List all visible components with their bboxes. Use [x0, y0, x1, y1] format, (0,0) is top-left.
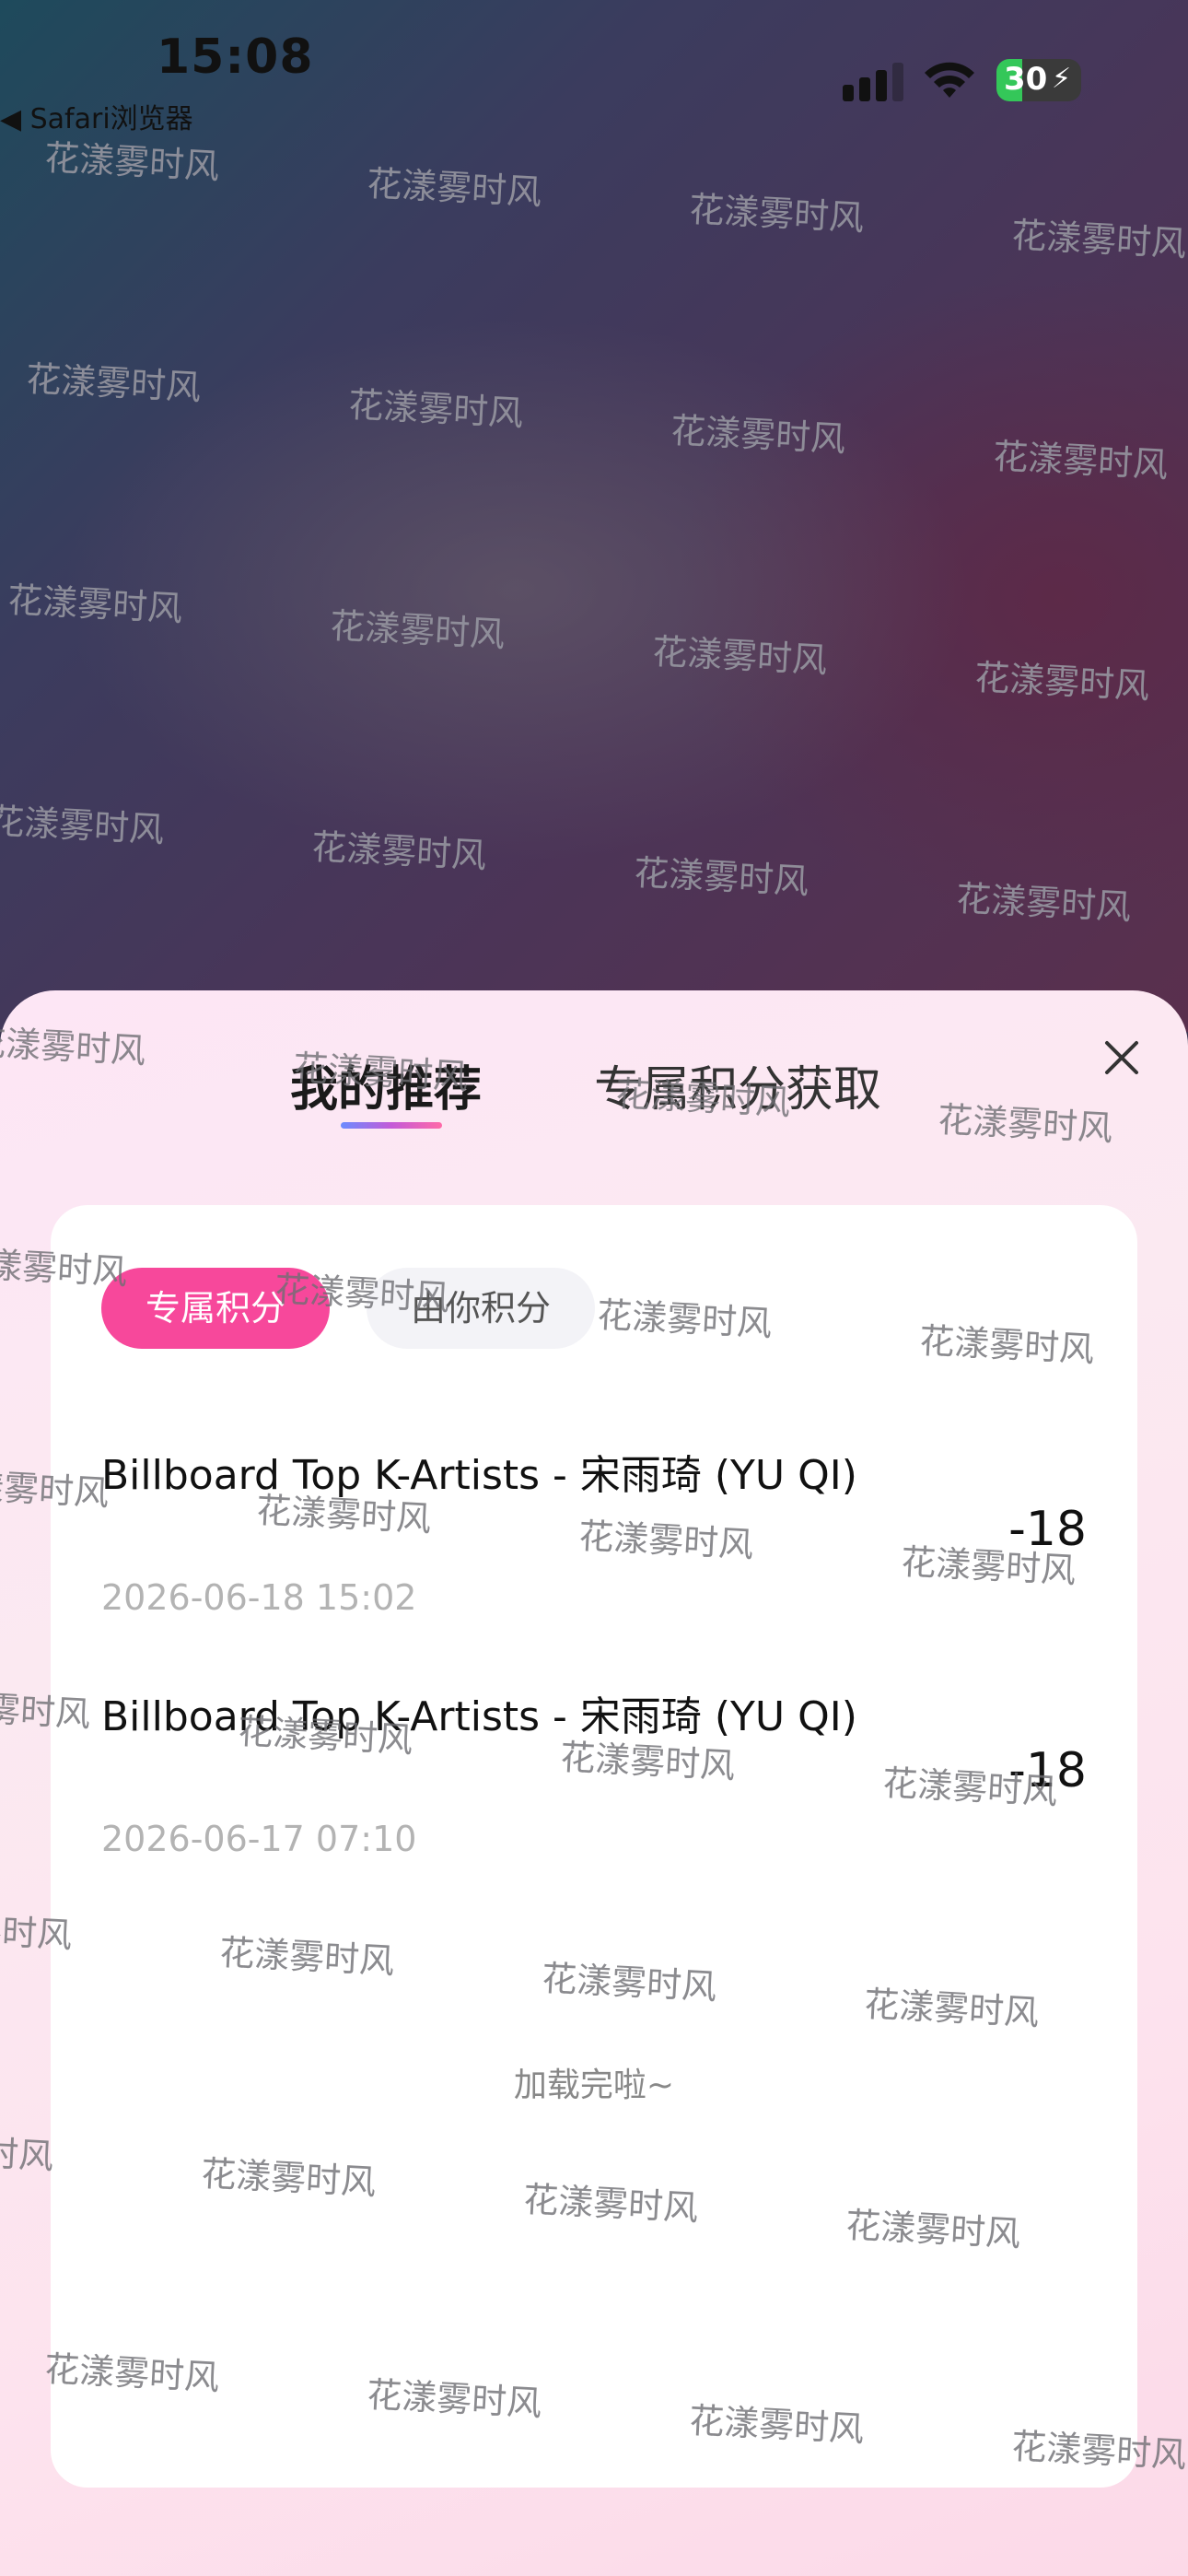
close-icon[interactable] — [1096, 1032, 1147, 1083]
back-to-app-link[interactable]: ◀ Safari浏览器 — [0, 96, 193, 136]
sheet-tabs: 我的推荐 专属积分获取 — [0, 1050, 1188, 1124]
filter-free-points[interactable]: 由你积分 — [367, 1268, 595, 1349]
record-title: Billboard Top K-Artists - 宋雨琦 (YU QI) — [101, 1693, 857, 1740]
background — [0, 0, 1188, 1032]
filter-exclusive-points[interactable]: 专属积分 — [101, 1268, 330, 1349]
battery-level: 30 — [1004, 61, 1048, 98]
record-date: 2026-06-17 07:10 — [101, 1819, 417, 1859]
status-bar: 15:08 ◀ Safari浏览器 30 ⚡ — [0, 0, 1188, 135]
record-amount: -18 — [1008, 1502, 1087, 1557]
charging-bolt-icon: ⚡ — [1052, 63, 1072, 95]
cellular-signal-icon — [843, 61, 903, 101]
tab-my-recommend[interactable]: 我的推荐 — [290, 1050, 482, 1119]
record-amount: -18 — [1008, 1743, 1087, 1798]
battery-icon: 30 ⚡ — [996, 59, 1081, 101]
tab-exclusive-points[interactable]: 专属积分获取 — [594, 1050, 881, 1119]
record-title: Billboard Top K-Artists - 宋雨琦 (YU QI) — [101, 1452, 857, 1499]
wifi-icon — [925, 62, 974, 98]
load-complete-text: 加载完啦~ — [513, 2067, 675, 2104]
active-tab-indicator — [341, 1122, 442, 1129]
status-time: 15:08 — [157, 29, 314, 85]
record-date: 2026-06-18 15:02 — [101, 1577, 417, 1618]
